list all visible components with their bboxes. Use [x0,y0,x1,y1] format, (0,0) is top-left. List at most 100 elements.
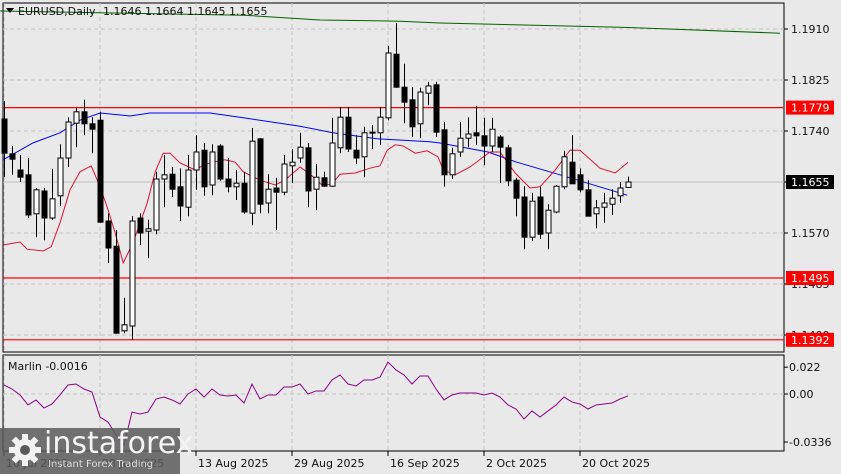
candle-body-bear [25,174,32,216]
candle-body-bull [49,198,56,219]
time-tick-label: 29 Aug 2025 [294,457,364,470]
indicator-tick-label: -0.0336 [789,436,831,449]
indicator-axis: 0.022 0.00 -0.0336 [784,361,831,449]
candle-body-bull [457,137,464,153]
candle-body-bear [201,149,208,188]
time-tick-label: 2 Oct 2025 [486,457,547,470]
level-price-label: 1.1392 [791,334,830,347]
candle-body-bear [17,169,24,178]
candle-body-bear [321,177,328,187]
candle-body-bear [97,119,104,223]
candle-body-bear [241,182,248,213]
candle-body-bull [617,187,624,197]
candle-body-bull [425,85,432,94]
candle-body-bear [81,111,88,125]
candle-body-bear [137,217,144,234]
candle-body-bull [361,132,368,158]
candle-body-bear [505,147,512,182]
chart-header-ohlc: 1.1646 1.1664 1.1645 1.1655 [103,5,267,18]
candle-body-bull [73,111,80,124]
candle-body-bear [497,136,504,148]
candle-body-bear [89,123,96,130]
candle-body-bull [265,188,272,204]
candle [97,111,104,223]
time-tick-label: 16 Sep 2025 [390,457,460,470]
candle-body-bull [129,220,136,327]
candle-body-bear [257,138,264,205]
level-price-label: 1.1495 [791,272,830,285]
candle-body-bull [185,169,192,208]
candle-body-bull [561,156,568,188]
candle-body-bull [121,324,128,332]
time-tick-label: 20 Oct 2025 [582,457,650,470]
candle-body-bear [177,186,184,207]
level-price-label: 1.1779 [791,102,830,115]
candle [257,138,264,214]
price-tick-label: 1.1910 [791,23,830,36]
candle-body-bear [9,153,16,160]
candle-body-bear [473,132,480,137]
candle-body-bear [481,135,488,147]
watermark-brand: instaforex [44,426,194,461]
candle [129,216,136,340]
indicator-tick-label: 0.00 [789,388,814,401]
candle-body-bull [593,207,600,215]
candle-body-bear [169,173,176,190]
candle-body-bull [145,228,152,232]
candle-body-bull [625,181,632,188]
candle-body-bear [433,84,440,133]
candle [217,144,224,181]
price-chart[interactable]: 1.19101.18251.17401.16551.15701.14851.14… [0,0,841,474]
candle-body-bear [1,118,8,154]
candle-body-bull [465,133,472,139]
candle-body-bull [329,142,336,187]
candle-body-bear [41,190,48,219]
candle-body-bear [585,189,592,217]
candle-body-bull [33,189,40,215]
candle-body-bear [521,196,528,238]
candle-body-bear [513,179,520,199]
candle-body-bull [369,131,376,134]
indicator-tick-label: 0.022 [789,361,821,374]
candle [249,128,256,226]
candle-body-bear [217,145,224,180]
candle-body-bull [313,176,320,190]
candle-body-bull [385,52,392,119]
gear-logo-icon [9,434,41,466]
candle-body-bull [337,116,344,149]
candle-body-bear [305,147,312,192]
candle-body-bull [193,151,200,171]
candle-body-bull [297,146,304,159]
candle-body-bull [249,140,256,214]
candle-body-bear [441,129,448,176]
candle [153,171,160,235]
candle [505,144,512,187]
chart-header-symbol: EURUSD,Daily [18,5,96,18]
candle-body-bull [153,178,160,231]
current-price-label: 1.1655 [791,176,830,189]
price-tick-label: 1.1740 [791,125,830,138]
candle-body-bear [113,245,120,334]
price-tick-label: 1.1825 [791,74,830,87]
candle-body-bear [345,116,352,150]
candle-body-bear [393,53,400,88]
candle-body-bull [57,157,64,197]
candle-body-bull [233,182,240,188]
candle-body-bear [537,196,544,235]
candle-body-bear [569,161,576,185]
candle-body-bull [281,163,288,193]
candle-body-bull [449,153,456,176]
instaforex-watermark: instaforex Instant Forex Trading [0,426,193,474]
candle-body-bear [273,187,280,193]
candle-body-bull [553,185,560,213]
candle-body-bear [577,174,584,191]
candle-body-bull [601,202,608,208]
candle-body-bear [353,149,360,159]
price-axis: 1.19101.18251.17401.16551.15701.14851.14… [784,23,834,347]
candle-body-bull [417,91,424,125]
candle-body-bull [545,209,552,234]
candle-body-bull [161,174,168,180]
candle-body-bull [529,200,536,238]
candle-body-bull [65,121,72,159]
candle-body-bear [401,86,408,103]
